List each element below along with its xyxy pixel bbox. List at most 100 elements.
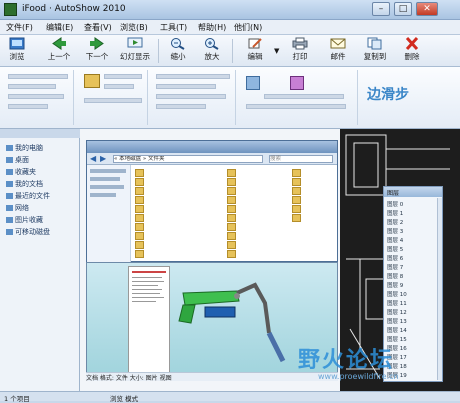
- folder-item[interactable]: [227, 240, 287, 249]
- ribbon-control[interactable]: [104, 74, 142, 79]
- zoom-in-button[interactable]: 放大: [198, 37, 226, 65]
- menu-extra[interactable]: 他们(N): [234, 22, 262, 33]
- folder-item[interactable]: [227, 213, 287, 222]
- sidebar-item-removable[interactable]: 可移动磁盘: [6, 227, 50, 237]
- ribbon-control[interactable]: [8, 84, 56, 89]
- folder-item[interactable]: [135, 204, 225, 213]
- layer-row[interactable]: 图层 2: [387, 218, 403, 226]
- folder-item[interactable]: [135, 168, 225, 177]
- ribbon-control[interactable]: [264, 94, 344, 99]
- maximize-button[interactable]: □: [394, 2, 412, 16]
- folder-item[interactable]: [292, 168, 336, 177]
- ribbon-control[interactable]: [156, 94, 226, 99]
- folder-item[interactable]: [135, 195, 225, 204]
- folder-item[interactable]: [135, 213, 225, 222]
- ribbon-control[interactable]: [246, 104, 346, 109]
- scrollbar[interactable]: [437, 198, 442, 380]
- menu-tools[interactable]: 工具(T): [160, 22, 187, 33]
- ribbon-control[interactable]: [8, 104, 48, 109]
- menu-view[interactable]: 查看(V): [84, 22, 112, 33]
- nav-item[interactable]: [90, 185, 124, 189]
- minimize-button[interactable]: –: [372, 2, 390, 16]
- menu-edit[interactable]: 编辑(E): [46, 22, 73, 33]
- folder-item[interactable]: [135, 177, 225, 186]
- menu-file[interactable]: 文件(F): [6, 22, 33, 33]
- slideshow-button[interactable]: 幻灯显示: [116, 37, 154, 65]
- ribbon-control[interactable]: [104, 84, 134, 89]
- nav-item[interactable]: [90, 177, 120, 181]
- sidebar-item-pictures[interactable]: 图片收藏: [6, 215, 43, 225]
- search-input[interactable]: 搜索: [269, 155, 333, 163]
- folder-item[interactable]: [292, 204, 336, 213]
- folder-item[interactable]: [227, 177, 287, 186]
- layer-row[interactable]: 图层 7: [387, 263, 403, 271]
- layer-row[interactable]: 图层 6: [387, 254, 403, 262]
- ribbon-control[interactable]: [8, 74, 68, 79]
- ribbon-control[interactable]: [8, 94, 64, 99]
- folder-item[interactable]: [135, 249, 225, 258]
- layer-row[interactable]: 图层 10: [387, 290, 407, 298]
- ribbon-large-icon[interactable]: [246, 76, 260, 90]
- sidebar-item-documents[interactable]: 我的文档: [6, 179, 43, 189]
- address-field[interactable]: « 本地磁盘 » 文件夹: [113, 155, 263, 163]
- print-button[interactable]: 打印: [288, 37, 312, 65]
- folder-item[interactable]: [292, 195, 336, 204]
- sidebar-item-computer[interactable]: 我的电脑: [6, 143, 43, 153]
- folder-item[interactable]: [227, 231, 287, 240]
- sidebar-item-network[interactable]: 网络: [6, 203, 29, 213]
- browse-button[interactable]: 浏览: [4, 37, 30, 65]
- copy-to-button[interactable]: 复制到: [358, 37, 392, 65]
- folder-item[interactable]: [227, 186, 287, 195]
- folder-item[interactable]: [227, 195, 287, 204]
- ribbon-control[interactable]: [84, 98, 142, 103]
- nav-item[interactable]: [90, 169, 126, 173]
- folder-item[interactable]: [227, 222, 287, 231]
- layer-row[interactable]: 图层 3: [387, 227, 403, 235]
- folder-item[interactable]: [292, 186, 336, 195]
- folder-item[interactable]: [227, 204, 287, 213]
- layer-row[interactable]: 图层 0: [387, 200, 403, 208]
- explorer-title-bar[interactable]: [87, 141, 337, 153]
- layer-row[interactable]: 图层 8: [387, 272, 403, 280]
- edit-button[interactable]: 编辑: [238, 37, 272, 65]
- right-panel-title[interactable]: 图层: [384, 187, 442, 197]
- layer-row[interactable]: 图层 5: [387, 245, 403, 253]
- close-button[interactable]: ✕: [416, 2, 438, 16]
- forward-arrow-icon[interactable]: ▶: [100, 154, 106, 163]
- layer-row[interactable]: 图层 9: [387, 281, 403, 289]
- layer-row[interactable]: 图层 12: [387, 308, 407, 316]
- next-button[interactable]: 下一个: [82, 37, 112, 65]
- ribbon-control[interactable]: [156, 84, 216, 89]
- toolbar-separator: [158, 39, 159, 63]
- folder-item[interactable]: [227, 249, 287, 258]
- chevron-down-icon[interactable]: ▼: [274, 47, 279, 55]
- layer-row[interactable]: 图层 11: [387, 299, 407, 307]
- folder-item[interactable]: [135, 231, 225, 240]
- zoom-out-button[interactable]: 缩小: [164, 37, 192, 65]
- layer-row[interactable]: 图层 4: [387, 236, 403, 244]
- ribbon-control[interactable]: [156, 104, 206, 109]
- ribbon-large-icon[interactable]: [290, 76, 304, 90]
- nav-item[interactable]: [90, 193, 116, 197]
- folder-item[interactable]: [292, 177, 336, 186]
- delete-button[interactable]: 删除: [398, 37, 426, 65]
- folder-item[interactable]: [135, 222, 225, 231]
- folder-item[interactable]: [292, 213, 336, 222]
- layer-row[interactable]: 图层 1: [387, 209, 403, 217]
- prev-button[interactable]: 上一个: [44, 37, 74, 65]
- menu-help[interactable]: 帮助(H): [198, 22, 226, 33]
- mail-button[interactable]: 邮件: [322, 37, 354, 65]
- title-bar[interactable]: iFood · AutoShow 2010 – □ ✕: [0, 0, 460, 20]
- layer-row[interactable]: 图层 14: [387, 326, 407, 334]
- sidebar-item-desktop[interactable]: 桌面: [6, 155, 29, 165]
- folder-item[interactable]: [135, 186, 225, 195]
- ribbon-large-icon[interactable]: [84, 74, 100, 88]
- menu-browse[interactable]: 浏览(B): [120, 22, 148, 33]
- layer-row[interactable]: 图层 13: [387, 317, 407, 325]
- sidebar-item-favorites[interactable]: 收藏夹: [6, 167, 36, 177]
- back-arrow-icon[interactable]: ◀: [90, 154, 96, 163]
- folder-item[interactable]: [135, 240, 225, 249]
- sidebar-item-recent[interactable]: 最近的文件: [6, 191, 50, 201]
- folder-item[interactable]: [227, 168, 287, 177]
- ribbon-control[interactable]: [156, 74, 230, 79]
